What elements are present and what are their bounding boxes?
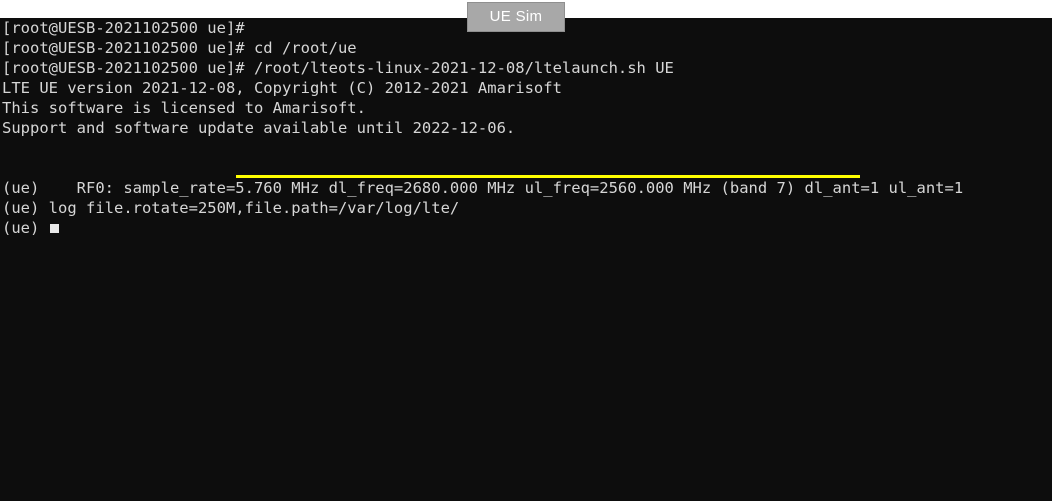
terminal-line: This software is licensed to Amarisoft. [2,99,366,117]
terminal-output: [root@UESB-2021102500 ue]# [root@UESB-20… [0,18,1052,238]
terminal-line-rf0: RF0: sample_rate=5.760 MHz dl_freq=2680.… [0,158,1052,197]
terminal-line: [root@UESB-2021102500 ue]# cd /root/ue [2,39,357,57]
status-bar: [ UESB-2021102500:root ][ [2 UE] 7 (PROB… [0,475,1052,501]
terminal-line: Support and software update available un… [2,119,516,137]
terminal-window[interactable]: [root@UESB-2021102500 ue]# [root@UESB-20… [0,18,1052,501]
terminal-prompt-line[interactable]: (ue) [0,218,1052,238]
terminal-line-rf0-text: RF0: sample_rate=5.760 MHz dl_freq=2680.… [76,179,964,197]
screen-root: [root@UESB-2021102500 ue]# [root@UESB-20… [0,0,1052,501]
terminal-line: [root@UESB-2021102500 ue]# /root/lteots-… [2,59,674,77]
text-cursor [49,224,59,233]
ue-sim-overlay-label[interactable]: UE Sim [467,2,565,32]
yellow-underline-annotation [236,175,860,178]
terminal-line: LTE UE version 2021-12-08, Copyright (C)… [2,79,562,97]
terminal-line: (ue) log file.rotate=250M,file.path=/var… [2,199,460,217]
